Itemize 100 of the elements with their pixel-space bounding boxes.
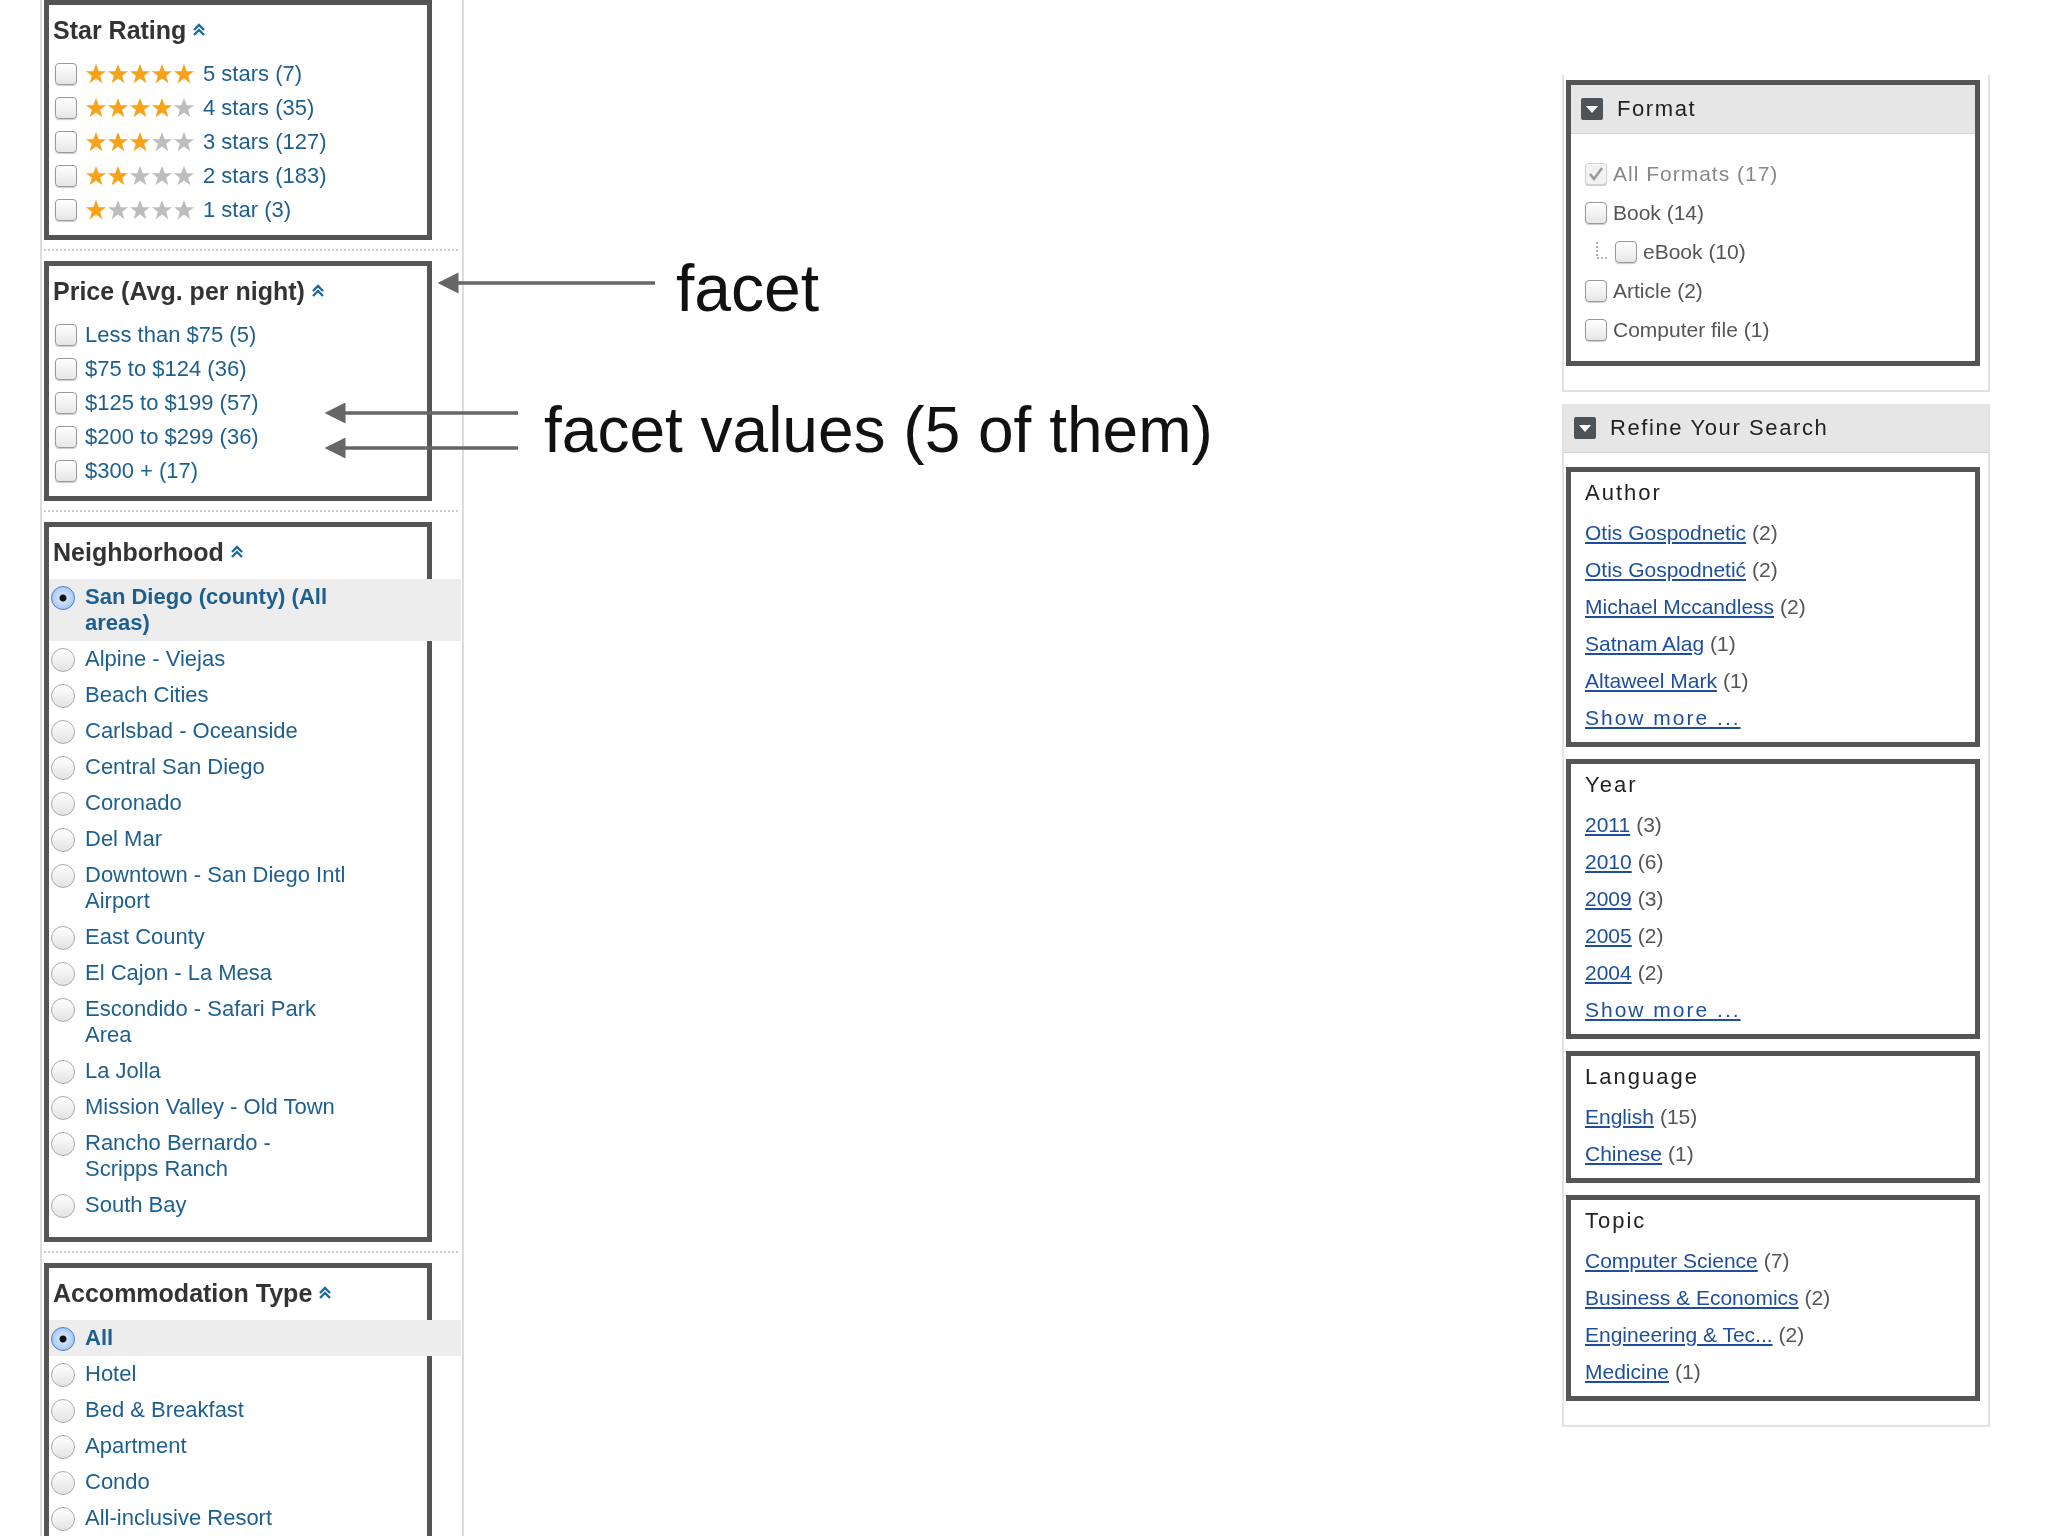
checkbox[interactable] bbox=[1615, 240, 1637, 263]
radio-button[interactable] bbox=[51, 792, 75, 816]
facet-value-link[interactable]: English bbox=[1585, 1104, 1654, 1129]
facet-option-label[interactable]: Less than $75 (5) bbox=[85, 322, 257, 348]
radio-button[interactable] bbox=[51, 926, 75, 950]
facet-value-link[interactable]: Michael Mccandless bbox=[1585, 594, 1775, 619]
checkbox[interactable] bbox=[55, 165, 77, 187]
format-option-label[interactable]: Computer file (1) bbox=[1613, 317, 1770, 342]
facet-option-label[interactable]: Carlsbad - Oceanside bbox=[85, 718, 298, 744]
facet-option-label[interactable]: All bbox=[85, 1325, 114, 1351]
radio-button[interactable] bbox=[51, 586, 75, 610]
facet-option-label[interactable]: $125 to $199 (57) bbox=[85, 390, 259, 416]
radio-button[interactable] bbox=[51, 1363, 75, 1387]
radio-button[interactable] bbox=[51, 1060, 75, 1084]
checkbox[interactable] bbox=[55, 131, 77, 153]
radio-button[interactable] bbox=[51, 998, 75, 1022]
facet-value-link[interactable]: Medicine bbox=[1585, 1359, 1670, 1384]
collapse-chevron-icon[interactable] bbox=[318, 1286, 333, 1300]
facet-count: (3) bbox=[1636, 812, 1662, 837]
checkbox[interactable] bbox=[55, 460, 77, 482]
checkbox[interactable] bbox=[55, 97, 77, 119]
checkbox[interactable] bbox=[55, 324, 77, 346]
facet-option-label[interactable]: Apartment bbox=[85, 1433, 187, 1459]
facet-count: (2) bbox=[1637, 960, 1664, 985]
selected-option-row[interactable]: All bbox=[49, 1320, 461, 1356]
facet-option-label[interactable]: Bed & Breakfast bbox=[85, 1397, 244, 1423]
facet-option-label[interactable]: Escondido - Safari Park Area bbox=[85, 996, 347, 1048]
facet-option-label[interactable]: 4 stars (35) bbox=[203, 95, 315, 121]
radio-button[interactable] bbox=[51, 1096, 75, 1120]
facet-value-link[interactable]: Otis Gospodnetić bbox=[1585, 557, 1747, 582]
facet-value-link[interactable]: 2005 bbox=[1585, 923, 1632, 948]
checkbox[interactable] bbox=[1585, 318, 1607, 341]
collapse-chevron-icon[interactable] bbox=[192, 23, 207, 37]
facet-option-label[interactable]: La Jolla bbox=[85, 1058, 161, 1084]
checkbox[interactable] bbox=[55, 426, 77, 448]
selected-option-row[interactable]: San Diego (county) (All areas) bbox=[49, 579, 461, 641]
collapse-chevron-icon[interactable] bbox=[310, 284, 325, 298]
checkbox[interactable] bbox=[55, 392, 77, 414]
collapse-chevron-icon[interactable] bbox=[229, 545, 244, 559]
format-option-label[interactable]: Article (2) bbox=[1613, 278, 1703, 303]
facet-value-link[interactable]: 2004 bbox=[1585, 960, 1632, 985]
checkbox[interactable] bbox=[55, 63, 77, 85]
radio-button[interactable] bbox=[51, 1327, 75, 1351]
checkbox[interactable] bbox=[1585, 201, 1607, 224]
panel-header[interactable]: Format bbox=[1571, 85, 1975, 134]
radio-button[interactable] bbox=[51, 1132, 75, 1156]
facet-option-label[interactable]: Rancho Bernardo - Scripps Ranch bbox=[85, 1130, 347, 1182]
facet-value-link[interactable]: Altaweel Mark bbox=[1585, 668, 1717, 693]
facet-option-label[interactable]: Del Mar bbox=[85, 826, 162, 852]
show-more-link[interactable]: Show more ... bbox=[1585, 705, 1741, 730]
facet-option-label[interactable]: 2 stars (183) bbox=[203, 163, 327, 189]
radio-button[interactable] bbox=[51, 1435, 75, 1459]
facet-value-link[interactable]: 2010 bbox=[1585, 849, 1632, 874]
facet-option-label[interactable]: Hotel bbox=[85, 1361, 137, 1387]
facet-value-link[interactable]: Engineering & Tec... bbox=[1585, 1322, 1773, 1347]
facet-option-label[interactable]: Downtown - San Diego Intl Airport bbox=[85, 862, 347, 914]
radio-button[interactable] bbox=[51, 1471, 75, 1495]
format-option-label[interactable]: Book (14) bbox=[1613, 200, 1705, 225]
star-icon bbox=[85, 63, 107, 85]
facet-option-label[interactable]: $75 to $124 (36) bbox=[85, 356, 247, 382]
facet-option-label[interactable]: $200 to $299 (36) bbox=[85, 424, 259, 450]
radio-button[interactable] bbox=[51, 828, 75, 852]
radio-button[interactable] bbox=[51, 1399, 75, 1423]
facet-option-label[interactable]: Coronado bbox=[85, 790, 182, 816]
facet-option-label[interactable]: $300 + (17) bbox=[85, 458, 199, 484]
facet-option-label[interactable]: Beach Cities bbox=[85, 682, 209, 708]
radio-button[interactable] bbox=[51, 648, 75, 672]
format-option-label[interactable]: eBook (10) bbox=[1643, 239, 1746, 264]
facet-option-label[interactable]: 5 stars (7) bbox=[203, 61, 303, 87]
facet-option-label[interactable]: 3 stars (127) bbox=[203, 129, 327, 155]
facet-option-label[interactable]: Mission Valley - Old Town bbox=[85, 1094, 335, 1120]
facet-value-link[interactable]: 2009 bbox=[1585, 886, 1632, 911]
facet-option-label[interactable]: Central San Diego bbox=[85, 754, 265, 780]
facet-value-link[interactable]: Business & Economics bbox=[1585, 1285, 1799, 1310]
radio-button[interactable] bbox=[51, 756, 75, 780]
facet-value-link[interactable]: Satnam Alag bbox=[1585, 631, 1705, 656]
radio-button[interactable] bbox=[51, 1507, 75, 1531]
facet-option-label[interactable]: South Bay bbox=[85, 1192, 187, 1218]
facet-option-label[interactable]: East County bbox=[85, 924, 205, 950]
facet-value-link[interactable]: 2011 bbox=[1585, 812, 1631, 837]
facet-option-label[interactable]: San Diego (county) (All areas) bbox=[85, 584, 347, 636]
radio-button[interactable] bbox=[51, 1194, 75, 1218]
facet-option-label[interactable]: El Cajon - La Mesa bbox=[85, 960, 273, 986]
facet-value-link[interactable]: Computer Science bbox=[1585, 1248, 1758, 1273]
checkbox[interactable] bbox=[1585, 279, 1607, 302]
checkbox[interactable] bbox=[55, 199, 77, 221]
facet-value-link[interactable]: Chinese bbox=[1585, 1141, 1663, 1166]
checkbox[interactable] bbox=[55, 358, 77, 380]
panel-header[interactable]: Refine Your Search bbox=[1564, 404, 1988, 453]
radio-button[interactable] bbox=[51, 684, 75, 708]
facet-value-link[interactable]: Otis Gospodnetic bbox=[1585, 520, 1747, 545]
panel-title: Format bbox=[1617, 96, 1697, 122]
show-more-link[interactable]: Show more ... bbox=[1585, 997, 1741, 1022]
radio-button[interactable] bbox=[51, 864, 75, 888]
radio-button[interactable] bbox=[51, 720, 75, 744]
facet-option-label[interactable]: All-inclusive Resort bbox=[85, 1505, 273, 1531]
facet-option-label[interactable]: 1 star (3) bbox=[203, 197, 292, 223]
facet-option-label[interactable]: Condo bbox=[85, 1469, 150, 1495]
facet-option-label[interactable]: Alpine - Viejas bbox=[85, 646, 226, 672]
radio-button[interactable] bbox=[51, 962, 75, 986]
